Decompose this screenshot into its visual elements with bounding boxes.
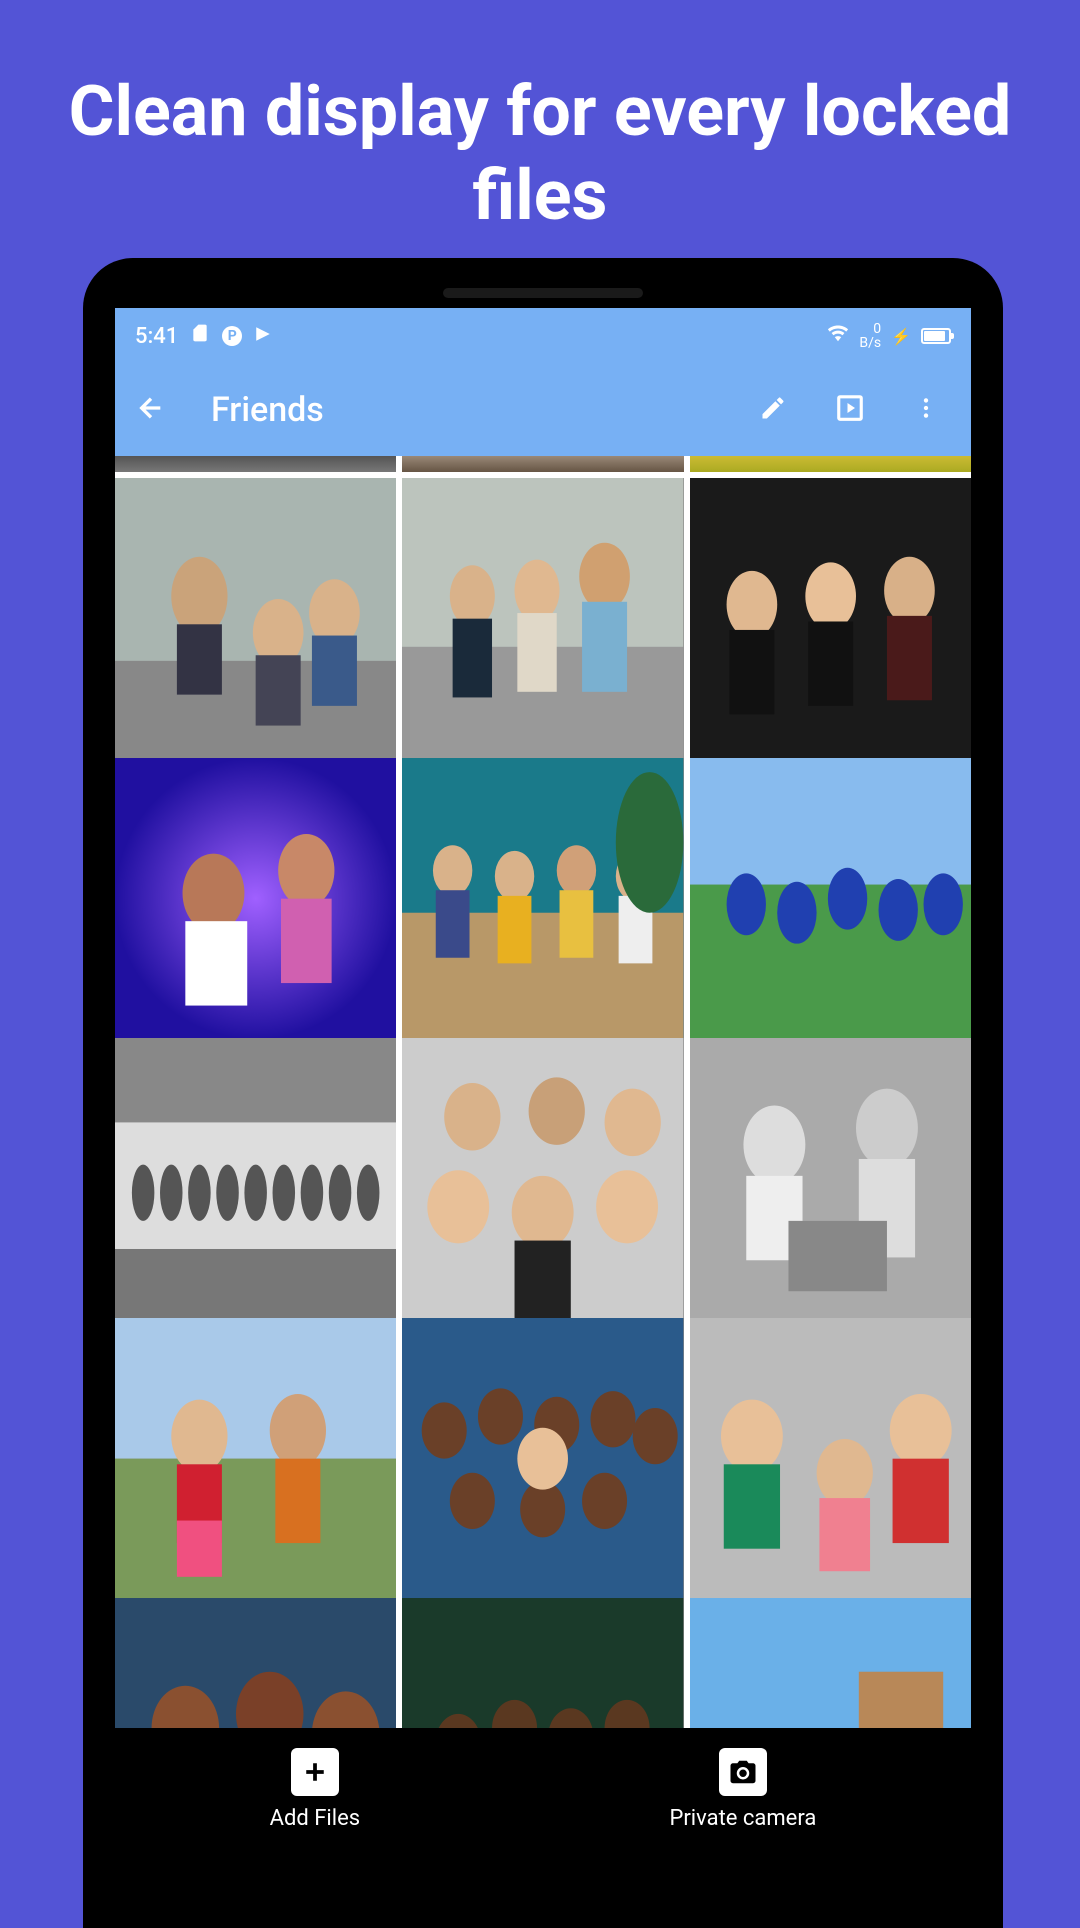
add-files-label: Add Files [270, 1806, 361, 1831]
photo-thumbnail[interactable] [402, 1038, 683, 1319]
bottom-action-bar: Add Files Private camera [115, 1728, 971, 1928]
private-camera-button[interactable]: Private camera [669, 1748, 816, 1831]
photo-thumbnail[interactable] [690, 1318, 971, 1599]
photo-thumbnail[interactable] [115, 456, 396, 472]
photo-thumbnail[interactable] [115, 1318, 396, 1599]
sd-card-icon [190, 323, 210, 349]
more-menu-button[interactable] [913, 395, 939, 425]
add-files-button[interactable]: Add Files [270, 1748, 361, 1831]
battery-icon [921, 328, 951, 344]
app-bar: Friends [115, 364, 971, 456]
plus-icon [291, 1748, 339, 1796]
photo-grid [115, 456, 971, 1728]
back-button[interactable] [135, 392, 167, 428]
private-camera-label: Private camera [669, 1806, 816, 1831]
photo-thumbnail[interactable] [402, 478, 683, 759]
wifi-icon [827, 322, 849, 350]
camera-icon [719, 1748, 767, 1796]
status-bar: 5:41 P 0 B/s ⚡ [115, 308, 971, 364]
photo-thumbnail[interactable] [402, 456, 683, 472]
photo-thumbnail[interactable] [402, 758, 683, 1039]
phone-frame: 5:41 P 0 B/s ⚡ [83, 258, 1003, 1928]
photo-thumbnail[interactable] [402, 1318, 683, 1599]
p-icon: P [222, 326, 242, 346]
promo-title: Clean display for every locked files [0, 0, 1080, 278]
photo-thumbnail[interactable] [115, 1038, 396, 1319]
status-time: 5:41 [135, 324, 178, 349]
play-store-icon [254, 324, 272, 349]
photo-thumbnail[interactable] [402, 1598, 683, 1728]
charging-icon: ⚡ [891, 327, 911, 346]
photo-thumbnail[interactable] [690, 1038, 971, 1319]
photo-thumbnail[interactable] [690, 758, 971, 1039]
photo-thumbnail[interactable] [115, 478, 396, 759]
phone-screen: 5:41 P 0 B/s ⚡ [115, 308, 971, 1728]
photo-thumbnail[interactable] [690, 1598, 971, 1728]
photo-thumbnail[interactable] [115, 758, 396, 1039]
photo-thumbnail[interactable] [690, 456, 971, 472]
folder-title: Friends [211, 390, 723, 430]
photo-thumbnail[interactable] [690, 478, 971, 759]
phone-speaker [443, 288, 643, 298]
edit-button[interactable] [759, 394, 787, 426]
slideshow-button[interactable] [835, 393, 865, 427]
network-speed: 0 B/s [859, 322, 881, 350]
photo-thumbnail[interactable] [115, 1598, 396, 1728]
